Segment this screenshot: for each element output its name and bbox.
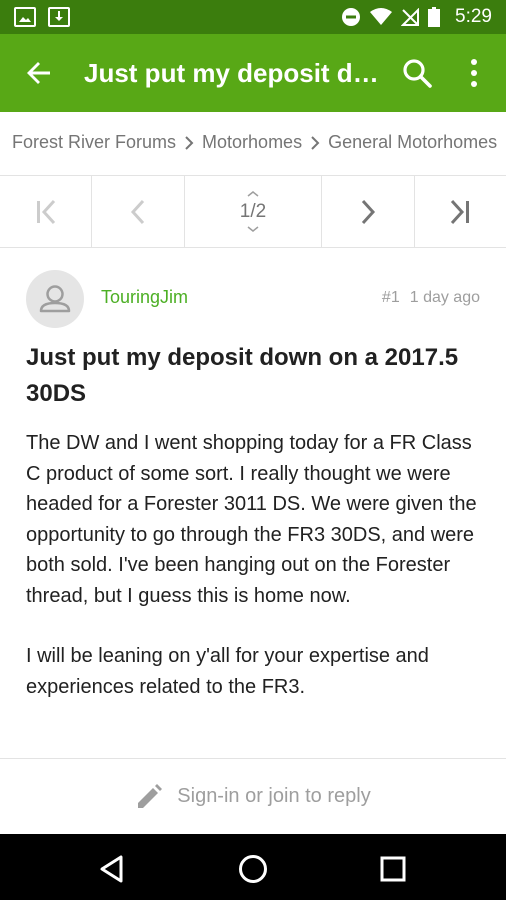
wifi-icon [370,8,393,25]
page-selector[interactable]: 1/2 [185,176,323,247]
post-paragraph: I will be leaning on y'all for your expe… [26,645,429,698]
recents-square-icon[interactable] [376,852,410,886]
avatar[interactable] [26,270,84,328]
home-circle-icon[interactable] [236,852,270,886]
breadcrumb-item-motorhomes[interactable]: Motorhomes [202,132,302,153]
page-selector-icon [247,191,259,197]
back-arrow-icon[interactable] [22,56,56,90]
do-not-disturb-icon [342,8,361,26]
first-page-icon [36,199,55,224]
previous-page-button[interactable] [92,176,185,247]
post-timestamp: 1 day ago [409,289,480,306]
pager: 1/2 [0,176,506,248]
post-author[interactable]: TouringJim [101,287,188,308]
person-icon [39,285,71,313]
breadcrumb: Forest River Forums Motorhomes General M… [0,112,506,176]
post-paragraph: The DW and I went shopping today for a F… [26,432,477,607]
previous-page-icon [130,199,145,224]
last-page-button[interactable] [415,176,506,247]
navigation-bar [0,834,506,900]
pencil-icon [138,783,163,808]
next-page-button[interactable] [322,176,415,247]
battery-icon [428,7,441,27]
post-body: The DW and I went shopping today for a F… [26,428,486,732]
current-page-number: 1 [239,200,251,222]
image-notification-icon [14,7,36,27]
app-bar: Just put my deposit down on a 2017.5 30D… [0,34,506,112]
no-signal-icon [401,8,420,26]
more-vert-icon[interactable] [462,56,486,90]
page-title: Just put my deposit down on a 2017.5 30D… [84,58,380,88]
chevron-right-icon [310,135,320,150]
post-number: #1 [381,289,400,306]
sign-in-reply-button[interactable]: Sign-in or join to reply [0,758,506,834]
reply-label: Sign-in or join to reply [177,785,371,807]
post-header: TouringJim #1 1 day ago [0,248,506,338]
chevron-down-icon [247,226,259,232]
chevron-right-icon [184,135,194,150]
first-page-button[interactable] [0,176,93,247]
last-page-icon [451,199,470,224]
post-meta: #1 1 day ago [382,289,480,307]
post-title: Just put my deposit down on a 2017.5 30D… [26,344,459,407]
breadcrumb-item-forest-river-forums[interactable]: Forest River Forums [12,132,176,153]
search-icon[interactable] [400,56,434,90]
back-triangle-icon[interactable] [96,852,130,886]
status-bar: 5:29 [0,0,506,34]
next-page-icon [361,199,376,224]
download-notification-icon [48,7,70,27]
total-pages-number: 2 [255,200,267,222]
breadcrumb-item-general-motorhomes[interactable]: General Motorhomes [328,132,497,153]
clock: 5:29 [455,6,492,27]
